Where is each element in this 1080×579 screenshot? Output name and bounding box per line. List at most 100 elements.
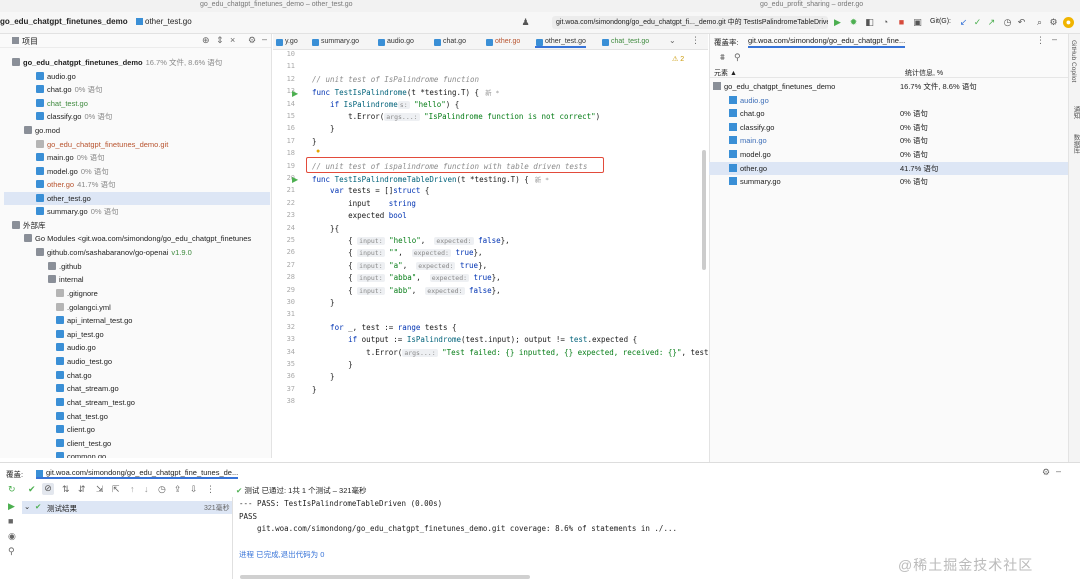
arrow-up-icon[interactable]: ↑ [130, 484, 135, 494]
project-panel-title[interactable]: 项目 [22, 36, 38, 47]
stop-icon[interactable]: ■ [8, 516, 13, 526]
git-push-icon[interactable]: ↗ [986, 17, 997, 28]
project-tree-item[interactable]: chat_stream.go [56, 382, 119, 395]
project-tree-item[interactable]: chat_test.go [36, 97, 88, 110]
project-tree-item[interactable]: go_edu_chatgpt_finetunes_demo 16.7% 文件, 8… [12, 56, 222, 69]
more-icon[interactable]: ⋮ [206, 484, 215, 495]
collapse-icon[interactable]: ⇱ [112, 484, 120, 495]
minimize-icon[interactable]: – [262, 34, 267, 44]
project-tree-item[interactable]: model.go 0% 语句 [36, 165, 109, 178]
camera-icon[interactable]: ◉ [8, 531, 16, 542]
import-icon[interactable]: ⇩ [190, 484, 198, 495]
coverage-row[interactable]: model.go 0% 语句 [709, 148, 1070, 161]
code-editor[interactable] [273, 34, 708, 458]
layout-icon[interactable]: ▣ [912, 17, 923, 28]
pin-icon[interactable]: ⚲ [8, 546, 15, 557]
project-tree-item[interactable]: .github [48, 260, 82, 273]
editor-tab[interactable]: audio.go [377, 36, 414, 48]
sort-alpha-icon[interactable]: ⇅ [62, 484, 70, 495]
project-tree-item[interactable]: .golangci.yml [56, 301, 111, 314]
add-icon[interactable]: ⊕ [202, 35, 210, 46]
expand-all-icon[interactable]: ⇕ [216, 35, 224, 46]
project-tree-item[interactable]: 外部库 [12, 219, 46, 232]
editor-tab[interactable]: chat.go [433, 36, 466, 48]
minimize-icon[interactable]: – [1056, 466, 1061, 476]
coverage-row[interactable]: other.go 41.7% 语句 [709, 161, 1070, 175]
project-tree-item[interactable]: Go Modules <git.woa.com/simondong/go_edu… [24, 232, 251, 245]
run-icon[interactable]: ▶ [8, 501, 15, 512]
user-icon[interactable]: ♟ [520, 17, 531, 28]
database-tool-tab[interactable]: 数据库 [1070, 134, 1080, 154]
coverage-row[interactable]: chat.go 0% 语句 [709, 107, 1070, 120]
project-tree-item[interactable]: api_test.go [56, 328, 104, 341]
more-icon[interactable]: ⋮ [1036, 35, 1045, 46]
project-tree-item[interactable]: github.com/sashabaranov/go-openai v1.9.0 [36, 246, 192, 259]
show-ignored-icon[interactable]: ⊘ [42, 483, 54, 495]
run-configuration-select[interactable]: git.woa.com/simondong/go_edu_chatgpt_fi.… [552, 16, 828, 29]
rerun-icon[interactable]: ↻ [8, 484, 16, 495]
editor-scrollbar[interactable] [702, 150, 706, 270]
output-scrollbar[interactable] [240, 575, 530, 579]
coverage-tab[interactable]: git.woa.com/simondong/go_edu_chatgpt_fin… [748, 36, 906, 48]
editor-tab[interactable]: other.go [485, 36, 520, 48]
filter-icon[interactable]: ⩩ [720, 52, 725, 63]
expand-icon[interactable]: ⇲ [96, 484, 104, 495]
run-test-icon[interactable]: ▶ [292, 89, 298, 98]
stop-icon[interactable]: ■ [896, 17, 907, 28]
search-icon[interactable]: ⌕ [1034, 17, 1045, 28]
coverage-row[interactable]: go_edu_chatgpt_finetunes_demo 16.7% 文件, 8… [709, 80, 1070, 93]
minimize-icon[interactable]: – [1052, 34, 1057, 44]
run-config-tab[interactable]: git.woa.com/simondong/go_edu_chatgpt_fin… [36, 468, 239, 479]
project-tree-item[interactable]: chat.go [56, 369, 92, 382]
project-tree-item[interactable]: go.mod [24, 124, 60, 137]
history-icon[interactable]: ◷ [158, 484, 166, 495]
history-icon[interactable]: ◷ [1002, 17, 1013, 28]
copilot-tool-tab[interactable]: GitHub Copilot [1070, 40, 1077, 82]
project-tree-item[interactable]: classify.go 0% 语句 [36, 110, 112, 123]
show-passed-icon[interactable]: ✔ [28, 484, 36, 495]
lightbulb-icon[interactable]: ● [316, 148, 320, 155]
project-tree-item[interactable]: api_internal_test.go [56, 314, 132, 327]
project-tree-item[interactable]: .gitignore [56, 287, 98, 300]
coverage-row[interactable]: main.go 0% 语句 [709, 134, 1070, 147]
author-hint[interactable]: 新 * [485, 89, 499, 97]
project-tree-item[interactable]: internal [48, 273, 84, 286]
coverage-row[interactable]: summary.go 0% 语句 [709, 175, 1070, 188]
pin-icon[interactable]: ⚲ [734, 52, 741, 63]
gear-icon[interactable]: ⚙ [1042, 467, 1050, 478]
plugin-icon[interactable]: ● [1063, 17, 1074, 28]
coverage-row[interactable]: classify.go 0% 语句 [709, 121, 1070, 134]
test-results-node[interactable]: ⌄ ✔ 测试结果 321毫秒 [22, 501, 232, 514]
project-tree-item[interactable]: chat.go 0% 语句 [36, 83, 103, 96]
notifications-tool-tab[interactable]: 通知 [1070, 106, 1080, 119]
project-tree-item[interactable]: audio.go [56, 341, 96, 354]
warning-count[interactable]: ⚠ 2 [672, 55, 684, 63]
coverage-icon[interactable]: ◧ [864, 17, 875, 28]
column-stats[interactable]: 统计信息, % [905, 68, 943, 78]
run-icon[interactable]: ▶ [832, 17, 843, 28]
sort-duration-icon[interactable]: ⇵ [78, 484, 86, 495]
column-element[interactable]: 元素 ▲ [714, 68, 737, 78]
debug-icon[interactable]: ✹ [848, 17, 859, 28]
editor-tab[interactable]: other_test.go [535, 36, 586, 48]
profile-icon[interactable]: ◔ [880, 17, 891, 28]
project-tree-item[interactable]: client.go [56, 423, 95, 436]
editor-tab[interactable]: chat_test.go [601, 36, 649, 48]
gear-icon[interactable]: ⚙ [248, 35, 256, 46]
project-tree-item[interactable]: chat_test.go [56, 410, 108, 423]
git-commit-icon[interactable]: ✓ [972, 17, 983, 28]
close-icon[interactable]: × [230, 35, 235, 45]
export-icon[interactable]: ⇪ [174, 484, 182, 495]
project-tree-item[interactable]: chat_stream_test.go [56, 396, 135, 409]
project-tree-item[interactable]: summary.go 0% 语句 [36, 205, 119, 218]
file-breadcrumb[interactable]: other_test.go [136, 17, 192, 26]
arrow-down-icon[interactable]: ↓ [144, 484, 149, 494]
project-tree-item[interactable]: common.go [56, 450, 106, 458]
author-hint[interactable]: 新 * [535, 176, 549, 184]
run-test-icon[interactable]: ▶ [292, 175, 298, 184]
more-icon[interactable]: ⋮ [691, 35, 700, 46]
project-tree-item[interactable]: main.go 0% 语句 [36, 151, 105, 164]
rollback-icon[interactable]: ↶ [1016, 17, 1027, 28]
git-update-icon[interactable]: ↙ [958, 17, 969, 28]
project-breadcrumb[interactable]: go_edu_chatgpt_finetunes_demo [0, 17, 128, 26]
